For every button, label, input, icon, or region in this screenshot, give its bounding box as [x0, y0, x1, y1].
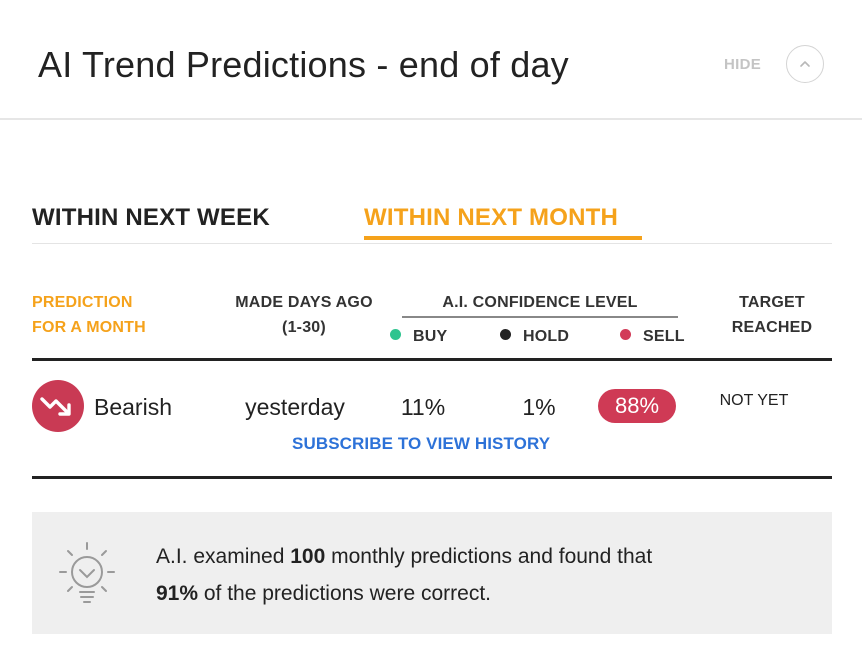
accuracy-info-text: A.I. examined 100 monthly predictions an… — [156, 538, 796, 612]
column-header-target-reached: TARGET REACHED — [712, 290, 832, 340]
hide-button[interactable]: HIDE — [724, 56, 761, 73]
info-text-part2: monthly predictions and found that — [325, 545, 653, 568]
hold-confidence-value: 1% — [522, 394, 556, 420]
trend-label: Bearish — [94, 394, 172, 420]
page-title: AI Trend Predictions - end of day — [38, 44, 569, 85]
column-header-prediction-line2: FOR A MONTH — [32, 319, 146, 336]
made-days-ago-value: yesterday — [245, 394, 345, 420]
column-header-made-days-ago: MADE DAYS AGO (1-30) — [226, 290, 382, 340]
column-header-confidence: A.I. CONFIDENCE LEVEL — [442, 294, 638, 311]
column-header-prediction: PREDICTION FOR A MONTH — [32, 290, 146, 340]
table-top-divider — [32, 358, 832, 361]
info-predictions-count: 100 — [290, 545, 326, 568]
target-reached-value: NOT YET — [719, 392, 789, 409]
legend-buy-label: BUY — [413, 328, 448, 345]
chevron-up-icon — [800, 61, 810, 67]
legend-sell: SELL — [620, 328, 685, 346]
widget-header: AI Trend Predictions - end of day HIDE — [0, 0, 862, 120]
collapse-button[interactable] — [786, 45, 824, 83]
buy-confidence-value: 11% — [400, 394, 446, 420]
accuracy-info-box: A.I. examined 100 monthly predictions an… — [32, 512, 832, 634]
subscribe-history-link[interactable]: SUBSCRIBE TO VIEW HISTORY — [292, 434, 550, 454]
lightbulb-icon — [59, 542, 115, 603]
tab-within-next-week[interactable]: WITHIN NEXT WEEK — [32, 204, 270, 232]
bearish-badge — [32, 380, 84, 432]
buy-dot-icon — [390, 329, 401, 340]
sell-dot-icon — [620, 329, 631, 340]
legend-buy: BUY — [390, 328, 447, 346]
info-text-part3: of the predictions were correct. — [198, 582, 491, 605]
hold-dot-icon — [500, 329, 511, 340]
tab-within-next-month[interactable]: WITHIN NEXT MONTH — [364, 204, 618, 232]
period-tabs: WITHIN NEXT WEEK WITHIN NEXT MONTH — [32, 200, 832, 244]
confidence-divider — [402, 316, 678, 318]
column-header-target-line2: REACHED — [731, 319, 813, 336]
trend-down-icon — [40, 397, 71, 416]
active-tab-indicator — [364, 236, 642, 240]
column-header-prediction-line1: PREDICTION — [32, 294, 133, 311]
info-text-part1: A.I. examined — [156, 545, 291, 568]
column-header-made-line2: (1-30) — [282, 319, 326, 336]
info-correct-percent: 91% — [156, 582, 199, 605]
sell-confidence-pill: 88% — [598, 389, 676, 423]
column-header-made-line1: MADE DAYS AGO — [235, 294, 373, 311]
legend-sell-label: SELL — [643, 328, 685, 345]
table-bottom-divider — [32, 476, 832, 479]
legend-hold: HOLD — [500, 328, 569, 346]
legend-hold-label: HOLD — [523, 328, 570, 345]
column-header-target-line1: TARGET — [739, 294, 805, 311]
